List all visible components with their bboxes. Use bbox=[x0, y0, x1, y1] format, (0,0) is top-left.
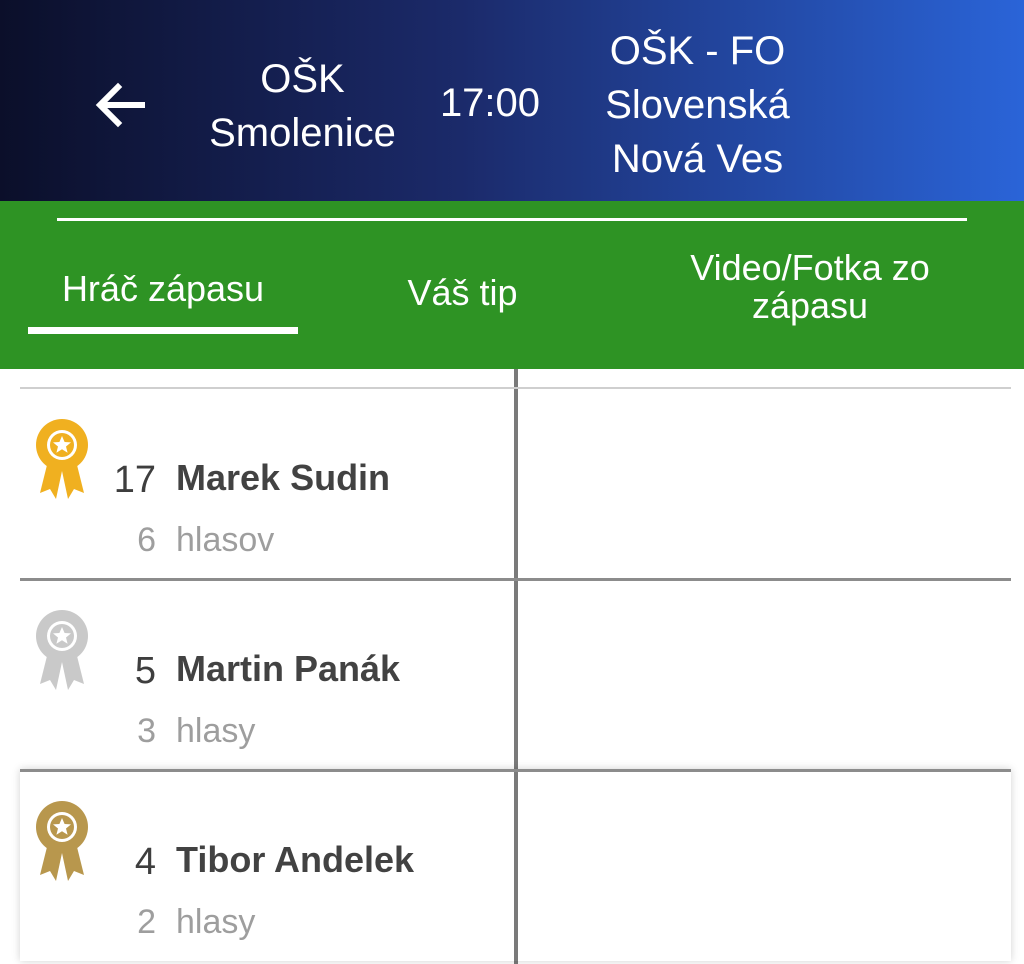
tab-bar-divider bbox=[57, 218, 967, 221]
tab-your-tip[interactable]: Váš tip bbox=[380, 273, 545, 313]
away-team-line3: Nová Ves bbox=[611, 137, 784, 181]
row-divider bbox=[20, 769, 1011, 772]
tab-video-photo[interactable]: Video/Fotka zo zápasu bbox=[655, 249, 965, 325]
vote-count: 2 bbox=[137, 903, 156, 941]
tab-player-of-match-label: Hráč zápasu bbox=[61, 268, 265, 309]
player-name: Martin Panák bbox=[176, 648, 401, 689]
vote-count: 3 bbox=[137, 712, 156, 750]
match-time: 17:00 bbox=[439, 81, 541, 125]
tab-player-of-match[interactable]: Hráč zápasu bbox=[28, 268, 298, 334]
tab-selected-indicator bbox=[28, 327, 298, 334]
silver-medal-icon bbox=[34, 606, 90, 696]
player-number: 5 bbox=[134, 650, 156, 692]
list-item[interactable]: 4 Tibor Andelek 2 hlasy bbox=[20, 769, 1011, 961]
row-divider bbox=[20, 578, 1011, 581]
row-divider bbox=[20, 387, 1011, 389]
vote-label: hlasy bbox=[176, 712, 256, 750]
player-name: Tibor Andelek bbox=[176, 839, 415, 880]
vote-label: hlasy bbox=[176, 903, 256, 941]
player-vote-list: 17 Marek Sudin 6 hlasov 5 Martin Panák 3… bbox=[20, 369, 1011, 964]
tab-video-photo-label-line1: Video/Fotka zo bbox=[690, 247, 930, 288]
vote-label: hlasov bbox=[176, 521, 275, 559]
tab-bar: Hráč zápasu Váš tip Video/Fotka zo zápas… bbox=[0, 201, 1024, 369]
tab-your-tip-label: Váš tip bbox=[407, 272, 518, 313]
home-team-line1: OŠK bbox=[260, 57, 345, 101]
away-team-name: OŠK - FO Slovenská Nová Ves bbox=[565, 24, 830, 186]
home-team-name: OŠK Smolenice bbox=[190, 52, 415, 160]
vote-count: 6 bbox=[137, 521, 156, 559]
tab-video-photo-label-line2: zápasu bbox=[751, 285, 869, 326]
player-name: Marek Sudin bbox=[176, 457, 391, 498]
away-team-line1: OŠK - FO bbox=[609, 29, 786, 73]
match-header: OŠK Smolenice 17:00 OŠK - FO Slovenská N… bbox=[0, 0, 1024, 201]
bronze-medal-icon bbox=[34, 797, 90, 887]
list-item[interactable]: 17 Marek Sudin 6 hlasov bbox=[20, 387, 1011, 577]
player-number: 4 bbox=[134, 841, 156, 883]
home-team-line2: Smolenice bbox=[209, 111, 396, 155]
player-number: 17 bbox=[113, 459, 156, 501]
gold-medal-icon bbox=[34, 415, 90, 505]
back-button[interactable] bbox=[88, 74, 150, 136]
list-item[interactable]: 5 Martin Panák 3 hlasy bbox=[20, 578, 1011, 768]
away-team-line2: Slovenská bbox=[605, 83, 790, 127]
arrow-left-icon bbox=[95, 82, 145, 128]
